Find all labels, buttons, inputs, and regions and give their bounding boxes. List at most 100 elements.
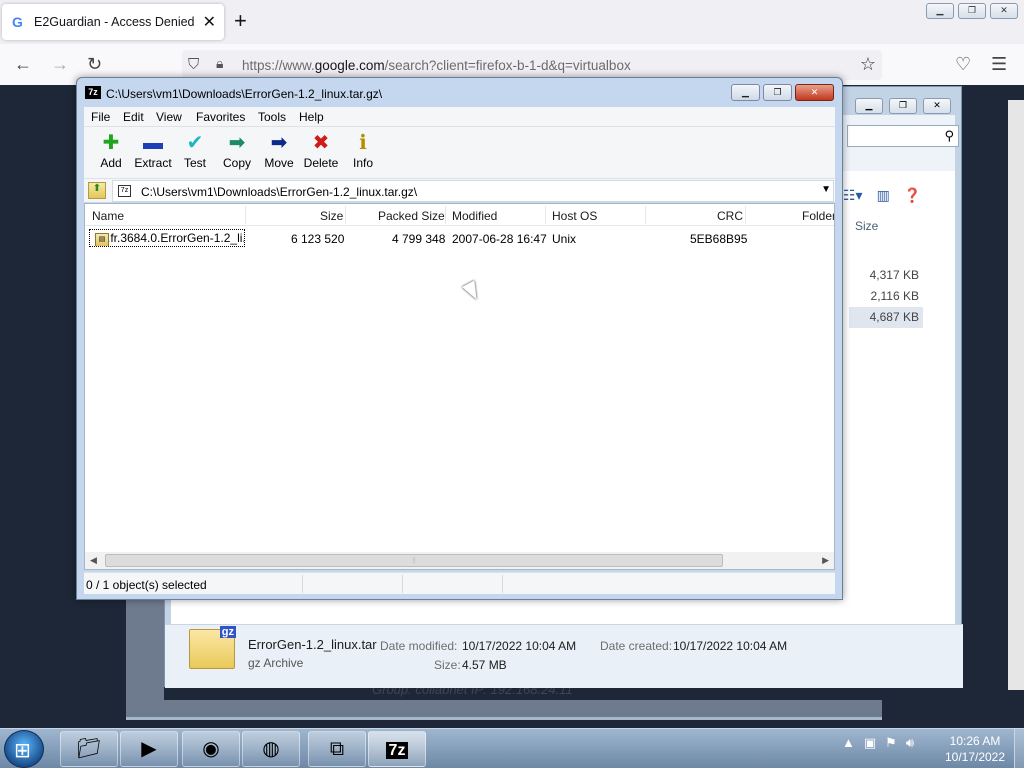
row-crc: 5EB68B95 — [690, 232, 748, 246]
preview-pane-icon[interactable]: ▥ — [877, 187, 890, 204]
sevenzip-title-bar[interactable]: 7z C:\Users\vm1\Downloads\ErrorGen-1.2_l… — [77, 78, 842, 107]
size-value: 4.57 MB — [462, 658, 507, 672]
menu-icon[interactable]: ☰ — [991, 54, 1007, 75]
chevron-down-icon[interactable]: ▼ — [821, 184, 831, 195]
size-cell-selected: 4,687 KB — [849, 307, 923, 328]
size-cell: 2,116 KB — [870, 289, 919, 303]
archive-file-icon: gz — [189, 626, 236, 669]
lock-icon[interactable]: 🔒︎ — [216, 55, 223, 72]
column-packed-size[interactable]: Packed Size — [378, 209, 445, 223]
menu-view[interactable]: View — [156, 110, 182, 124]
scroll-left-icon[interactable]: ◀ — [90, 555, 97, 566]
system-tray: ▲ ▣ ⚑ 🔊︎ — [842, 735, 914, 751]
toolbar-add-button[interactable]: ✚ Add — [89, 131, 133, 170]
firefox-taskbar-icon[interactable]: ◍ — [242, 731, 300, 767]
explorer-view-icons: ☷▾ ▥ ❓ — [843, 187, 921, 204]
row-size: 6 123 520 — [291, 232, 345, 246]
menu-edit[interactable]: Edit — [123, 110, 144, 124]
list-header: Name Size Packed Size Modified Host OS C… — [85, 204, 834, 226]
toolbar-label: Move — [264, 156, 294, 170]
new-tab-button[interactable]: + — [234, 10, 247, 32]
details-file-name: ErrorGen-1.2_linux.tar — [248, 637, 377, 652]
horizontal-scrollbar[interactable]: ◀ ⦙ ▶ — [85, 552, 834, 569]
explorer-taskbar-icon[interactable]: 📁︎ — [60, 731, 118, 767]
toolbar-copy-button[interactable]: ➡ Copy — [215, 131, 259, 170]
plus-icon: ✚ — [102, 132, 120, 154]
size-label: Size: — [434, 658, 461, 672]
tray-network-icon[interactable]: ▣ — [864, 735, 876, 751]
sevenzip-window-title: C:\Users\vm1\Downloads\ErrorGen-1.2_linu… — [106, 87, 383, 101]
bookmark-star-icon[interactable]: ☆ — [860, 54, 876, 75]
toolbar-test-button[interactable]: ✔ Test — [173, 131, 217, 170]
sevenzip-taskbar-icon[interactable]: 7z — [368, 731, 426, 767]
up-folder-icon[interactable]: ⬆ — [88, 182, 106, 199]
media-player-taskbar-icon[interactable]: ▶ — [120, 731, 178, 767]
chrome-taskbar-icon[interactable]: ◉ — [182, 731, 240, 767]
explorer-minimize-button[interactable]: ▁ — [855, 98, 883, 114]
menu-help[interactable]: Help — [299, 110, 324, 124]
created-label: Date created: — [600, 639, 673, 653]
table-row[interactable]: ▤ .fr.3684.0.ErrorGen-1.2_li... 6 123 520… — [85, 227, 834, 249]
forward-icon[interactable]: → — [51, 54, 69, 75]
menu-file[interactable]: File — [91, 110, 110, 124]
google-favicon-icon: G — [12, 14, 23, 30]
toolbar-move-button[interactable]: ➡ Move — [257, 131, 301, 170]
size-column: 4,317 KB 2,116 KB 4,687 KB — [849, 265, 923, 328]
tray-arrow-icon[interactable]: ▲ — [842, 735, 855, 751]
modified-label: Date modified: — [380, 639, 458, 653]
address-bar: ⬆ 7z C:\Users\vm1\Downloads\ErrorGen-1.2… — [84, 178, 835, 202]
close-button[interactable]: ✕ — [990, 3, 1018, 19]
minus-icon: ▬ — [143, 132, 163, 154]
browser-tab[interactable]: G E2Guardian - Access Denied ✕ — [2, 4, 224, 40]
view-dropdown-icon[interactable]: ☷▾ — [843, 187, 863, 204]
toolbar-label: Copy — [222, 156, 251, 170]
sevenzip-toolbar: ✚ Add ▬ Extract ✔ Test ➡ Copy ➡ Move ✖ Delete ℹ Info — [84, 126, 835, 178]
shield-icon[interactable]: ⛉ — [188, 56, 199, 73]
column-host-os[interactable]: Host OS — [552, 209, 597, 223]
size-column-header[interactable]: Size — [855, 219, 878, 233]
url-text[interactable]: https://www.google.com/search?client=fir… — [242, 58, 631, 73]
pocket-icon[interactable]: ♡ — [955, 54, 971, 75]
toolbar-label: Test — [183, 156, 206, 170]
file-list: Name Size Packed Size Modified Host OS C… — [84, 203, 835, 570]
tab-close-icon[interactable]: ✕ — [203, 12, 216, 32]
tray-flag-icon[interactable]: ⚑ — [885, 735, 897, 751]
toolbar-delete-button[interactable]: ✖ Delete — [299, 131, 343, 170]
column-name[interactable]: Name — [92, 209, 124, 223]
column-folder[interactable]: Folder — [802, 209, 834, 223]
sevenzip-window-controls: ▁ ❐ ✕ — [731, 84, 834, 101]
menu-favorites[interactable]: Favorites — [196, 110, 245, 124]
explorer-close-button[interactable]: ✕ — [923, 98, 951, 114]
menu-tools[interactable]: Tools — [258, 110, 286, 124]
size-cell: 4,317 KB — [869, 268, 919, 282]
minimize-button[interactable]: ▁ — [926, 3, 954, 19]
explorer-maximize-button[interactable]: ❐ — [889, 98, 917, 114]
column-modified[interactable]: Modified — [452, 209, 497, 223]
column-crc[interactable]: CRC — [717, 209, 743, 223]
restore-button[interactable]: ❐ — [958, 3, 986, 19]
start-button[interactable]: ⊞ — [4, 730, 44, 768]
clock[interactable]: 10:26 AM 10/17/2022 — [940, 733, 1010, 765]
installer-taskbar-icon[interactable]: ⧉ — [308, 731, 366, 767]
row-name[interactable]: ▤ .fr.3684.0.ErrorGen-1.2_li... — [89, 229, 245, 247]
scroll-right-icon[interactable]: ▶ — [822, 555, 829, 566]
column-size[interactable]: Size — [320, 209, 343, 223]
back-icon[interactable]: ← — [14, 54, 32, 75]
sevenzip-minimize-button[interactable]: ▁ — [731, 84, 760, 101]
info-icon: ℹ — [359, 132, 367, 154]
toolbar-info-button[interactable]: ℹ Info — [341, 131, 385, 170]
scroll-thumb[interactable]: ⦙ — [105, 554, 723, 567]
url-bar[interactable]: ⛉ 🔒︎ https://www.google.com/search?clien… — [182, 50, 882, 80]
show-desktop-button[interactable] — [1014, 729, 1024, 768]
reload-icon[interactable]: ↻ — [87, 54, 102, 75]
help-icon[interactable]: ❓ — [904, 187, 921, 204]
toolbar-extract-button[interactable]: ▬ Extract — [131, 131, 175, 170]
status-bar: 0 / 1 object(s) selected — [84, 572, 835, 594]
address-input[interactable]: 7z C:\Users\vm1\Downloads\ErrorGen-1.2_l… — [112, 180, 834, 202]
sevenzip-close-button[interactable]: ✕ — [795, 84, 834, 101]
archive-icon: 7z — [118, 185, 131, 197]
sevenzip-maximize-button[interactable]: ❐ — [763, 84, 792, 101]
windows-logo-icon: ⊞ — [14, 740, 31, 762]
explorer-search-input[interactable]: ⚲ — [847, 125, 959, 147]
tray-volume-icon[interactable]: 🔊︎ — [906, 735, 914, 751]
